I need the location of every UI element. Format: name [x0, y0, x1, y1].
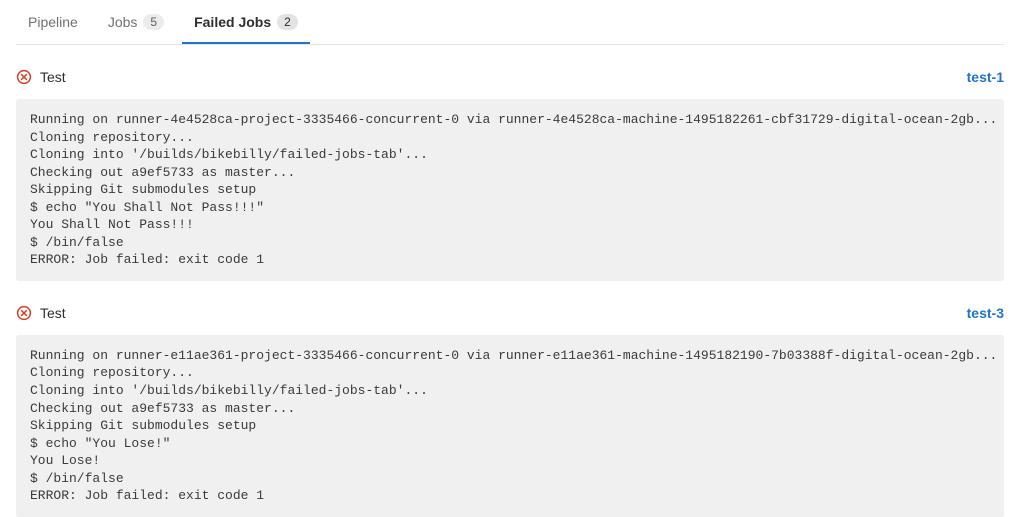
- tab-label: Pipeline: [28, 14, 78, 30]
- tab-label: Jobs: [108, 14, 138, 30]
- job-header: Test test-1: [16, 69, 1004, 85]
- tab-pipeline[interactable]: Pipeline: [16, 4, 90, 44]
- failed-job: Test test-3 Running on runner-e11ae361-p…: [16, 305, 1004, 517]
- tab-badge: 5: [143, 14, 164, 30]
- job-name-link[interactable]: test-3: [967, 305, 1004, 321]
- tab-label: Failed Jobs: [194, 14, 271, 30]
- job-header-left: Test: [16, 305, 66, 321]
- tab-jobs[interactable]: Jobs 5: [96, 4, 176, 44]
- failed-icon: [16, 305, 32, 321]
- job-header-left: Test: [16, 69, 66, 85]
- tab-failed-jobs[interactable]: Failed Jobs 2: [182, 4, 310, 44]
- job-log: Running on runner-4e4528ca-project-33354…: [16, 99, 1004, 281]
- job-name-link[interactable]: test-1: [967, 69, 1004, 85]
- failed-jobs-list: Test test-1 Running on runner-4e4528ca-p…: [16, 69, 1004, 517]
- job-log: Running on runner-e11ae361-project-33354…: [16, 335, 1004, 517]
- stage-name: Test: [40, 305, 66, 321]
- stage-name: Test: [40, 69, 66, 85]
- job-header: Test test-3: [16, 305, 1004, 321]
- failed-job: Test test-1 Running on runner-4e4528ca-p…: [16, 69, 1004, 281]
- tabs-bar: Pipeline Jobs 5 Failed Jobs 2: [16, 0, 1004, 45]
- tab-badge: 2: [277, 14, 298, 30]
- failed-icon: [16, 69, 32, 85]
